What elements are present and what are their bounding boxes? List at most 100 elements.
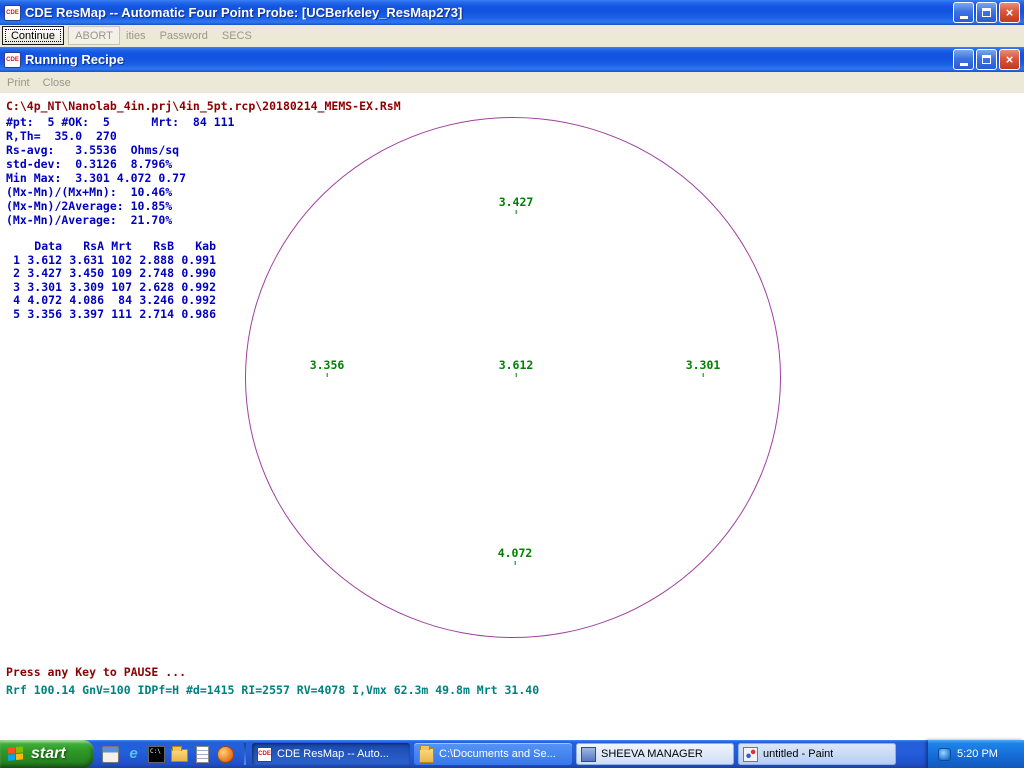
stats-line: #pt: 5 #OK: 5 Mrt: 84 111 bbox=[6, 115, 234, 129]
taskbar: start e C:\ CDE CDE ResMap -- Auto... C:\Do… bbox=[0, 740, 1024, 768]
media-icon[interactable] bbox=[217, 746, 234, 763]
wafer-point-value: 3.612 bbox=[499, 359, 534, 371]
main-menu-item[interactable]: ities bbox=[126, 30, 146, 42]
recipe-close-button[interactable]: × bbox=[999, 49, 1020, 70]
wafer-point: 3.356 bbox=[310, 359, 345, 371]
taskbar-button[interactable]: CDE CDE ResMap -- Auto... bbox=[252, 743, 410, 765]
table-cell: 0.992 bbox=[174, 281, 216, 295]
table-row: 13.6123.6311022.8880.991 bbox=[6, 254, 216, 268]
stats-line: R,Th= 35.0 270 bbox=[6, 129, 234, 143]
show-desktop-icon[interactable] bbox=[102, 746, 119, 763]
quick-launch: e C:\ bbox=[94, 746, 242, 763]
table-cell: 2 bbox=[6, 267, 20, 281]
table-cell: 2.714 bbox=[132, 308, 174, 322]
table-cell: 4 bbox=[6, 294, 20, 308]
start-button[interactable]: start bbox=[0, 740, 94, 768]
network-tray-icon[interactable] bbox=[938, 748, 951, 761]
app-icon bbox=[581, 747, 596, 762]
minimize-icon bbox=[960, 63, 968, 66]
table-cell: 4.072 bbox=[20, 294, 62, 308]
table-cell: 0.992 bbox=[174, 294, 216, 308]
table-cell: 3.397 bbox=[62, 308, 104, 322]
cde-app-icon-text: CDE bbox=[6, 10, 19, 16]
recipe-caption-buttons: × bbox=[953, 49, 1020, 70]
table-cell: 3.612 bbox=[20, 254, 62, 268]
main-menu-item[interactable]: SECS bbox=[222, 30, 252, 42]
paint-icon bbox=[743, 747, 758, 762]
taskbar-button-label: untitled - Paint bbox=[763, 748, 833, 760]
desktop: CDE CDE ResMap -- Automatic Four Point P… bbox=[0, 0, 1024, 768]
maximize-button[interactable] bbox=[976, 2, 997, 23]
table-cell: 0.990 bbox=[174, 267, 216, 281]
main-toolbar: Continue ABORT ities Password SECS bbox=[0, 25, 1024, 47]
wafer-point-tick bbox=[516, 373, 517, 377]
main-menu-item[interactable]: Password bbox=[160, 30, 208, 42]
main-menubar: ities Password SECS bbox=[126, 25, 252, 47]
recipe-path: C:\4p_NT\Nanolab_4in.prj\4in_5pt.rcp\201… bbox=[6, 99, 401, 113]
table-cell: 1 bbox=[6, 254, 20, 268]
stats-line: (Mx-Mn)/Average: 21.70% bbox=[6, 213, 234, 227]
minimize-button[interactable] bbox=[953, 2, 974, 23]
stats-line: (Mx-Mn)/2Average: 10.85% bbox=[6, 199, 234, 213]
main-caption-buttons: × bbox=[953, 2, 1020, 23]
recipe-maximize-button[interactable] bbox=[976, 49, 997, 70]
taskbar-button-label: CDE ResMap -- Auto... bbox=[277, 748, 389, 760]
table-header-cell: Data bbox=[20, 240, 62, 254]
close-icon: × bbox=[1006, 5, 1014, 20]
table-header-cell: Mrt bbox=[104, 240, 132, 254]
taskbar-button[interactable]: C:\Documents and Se... bbox=[414, 743, 572, 765]
recipe-window-title: Running Recipe bbox=[25, 52, 949, 67]
stats-line: Rs-avg: 3.5536 Ohms/sq bbox=[6, 143, 234, 157]
table-cell: 107 bbox=[104, 281, 132, 295]
table-header-cell: Kab bbox=[174, 240, 216, 254]
wafer-point: 3.301 bbox=[686, 359, 721, 371]
task-list: CDE CDE ResMap -- Auto... C:\Documents and… bbox=[248, 743, 896, 765]
wafer-point-tick bbox=[515, 561, 516, 565]
table-cell: 5 bbox=[6, 308, 20, 322]
folder-icon[interactable] bbox=[171, 749, 188, 762]
table-header-row: DataRsAMrtRsBKab bbox=[6, 240, 216, 254]
abort-button[interactable]: ABORT bbox=[68, 26, 120, 45]
minimize-icon bbox=[960, 16, 968, 19]
recipe-minimize-button[interactable] bbox=[953, 49, 974, 70]
table-cell: 2.888 bbox=[132, 254, 174, 268]
table-cell: 3.246 bbox=[132, 294, 174, 308]
taskbar-button[interactable]: SHEEVA MANAGER bbox=[576, 743, 734, 765]
table-cell: 3.427 bbox=[20, 267, 62, 281]
taskbar-button-label: SHEEVA MANAGER bbox=[601, 748, 703, 760]
continue-button[interactable]: Continue bbox=[2, 26, 64, 45]
taskbar-button[interactable]: untitled - Paint bbox=[738, 743, 896, 765]
table-cell: 3.301 bbox=[20, 281, 62, 295]
table-row: 33.3013.3091072.6280.992 bbox=[6, 281, 216, 295]
recipe-window-titlebar[interactable]: CDE Running Recipe × bbox=[0, 47, 1024, 72]
taskbar-button-label: C:\Documents and Se... bbox=[439, 748, 556, 760]
table-cell: 3 bbox=[6, 281, 20, 295]
recipe-client-area: C:\4p_NT\Nanolab_4in.prj\4in_5pt.rcp\201… bbox=[0, 93, 1024, 740]
stats-line: std-dev: 0.3126 8.796% bbox=[6, 157, 234, 171]
cde-recipe-icon: CDE bbox=[4, 52, 21, 68]
system-tray: 5:20 PM bbox=[928, 740, 1024, 768]
cde-icon: CDE bbox=[257, 747, 272, 762]
table-header-cell: RsA bbox=[62, 240, 104, 254]
table-cell: 3.631 bbox=[62, 254, 104, 268]
wafer-point-value: 3.356 bbox=[310, 359, 345, 371]
results-table: DataRsAMrtRsBKab13.6123.6311022.8880.991… bbox=[6, 240, 216, 321]
table-cell: 84 bbox=[104, 294, 132, 308]
ie-icon[interactable]: e bbox=[125, 746, 142, 763]
folder-icon bbox=[419, 748, 434, 763]
table-cell: 0.986 bbox=[174, 308, 216, 322]
cmd-icon[interactable]: C:\ bbox=[148, 746, 165, 763]
wafer-point-value: 3.301 bbox=[686, 359, 721, 371]
notepad-icon[interactable] bbox=[196, 746, 209, 763]
main-window-titlebar[interactable]: CDE CDE ResMap -- Automatic Four Point P… bbox=[0, 0, 1024, 25]
table-cell: 3.450 bbox=[62, 267, 104, 281]
close-icon: × bbox=[1006, 52, 1014, 67]
recipe-menu-item[interactable]: Close bbox=[43, 77, 71, 89]
recipe-menubar: Print Close bbox=[0, 72, 1024, 93]
recipe-menu-item[interactable]: Print bbox=[7, 77, 30, 89]
table-cell: 2.748 bbox=[132, 267, 174, 281]
taskbar-divider bbox=[244, 743, 246, 765]
table-cell: 2.628 bbox=[132, 281, 174, 295]
clock[interactable]: 5:20 PM bbox=[957, 748, 998, 760]
close-button[interactable]: × bbox=[999, 2, 1020, 23]
